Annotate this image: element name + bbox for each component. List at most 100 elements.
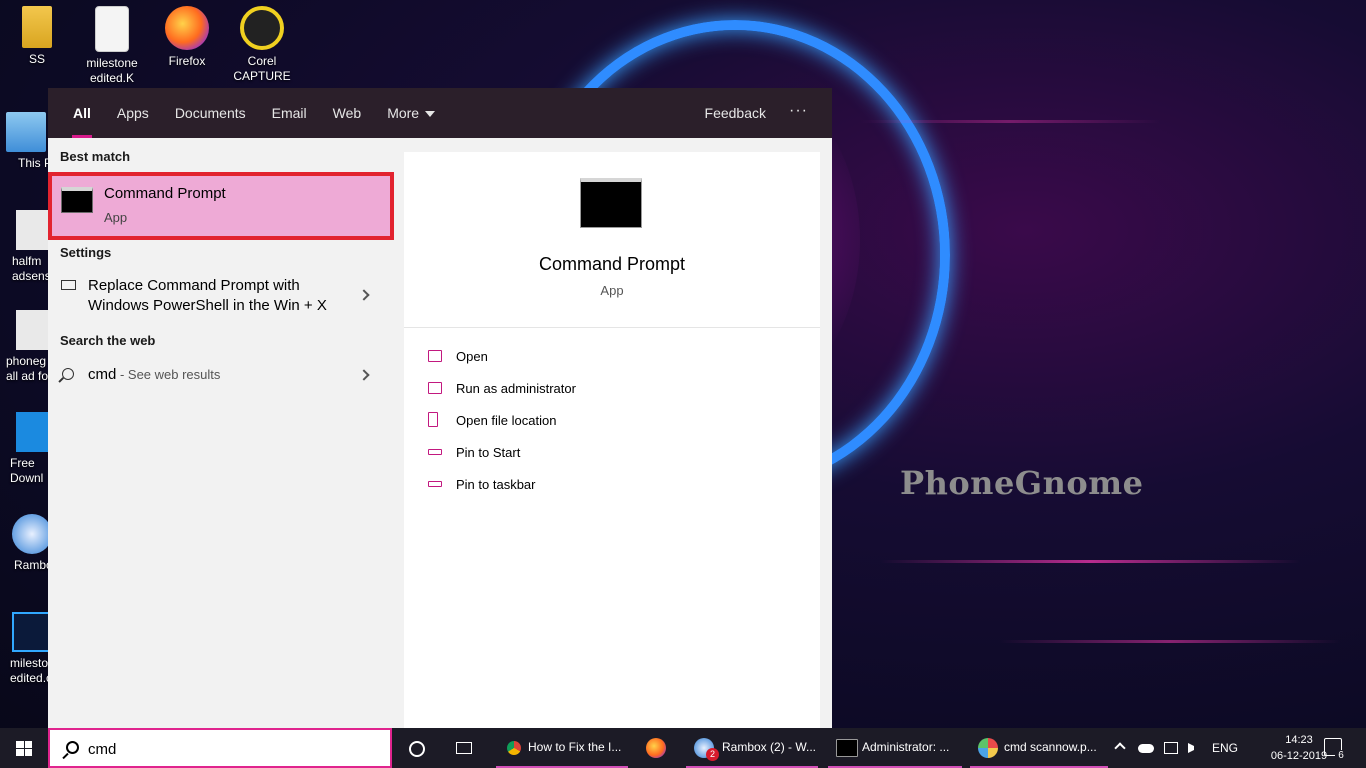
desktop-icon-free-download[interactable]: Free Downl — [6, 412, 52, 486]
web-result-text: cmd - See web results — [88, 365, 220, 385]
start-button[interactable] — [0, 728, 48, 768]
notification-badge: 2 — [706, 748, 719, 761]
taskbar-app-label: How to Fix the I... — [528, 740, 622, 754]
taskbar-app-label: Administrator: ... — [862, 740, 950, 754]
clock-time: 14:23 — [1285, 734, 1313, 746]
settings-result-line1: Replace Command Prompt with — [88, 277, 300, 294]
clock-date: 06-12-2019 — [1270, 750, 1328, 762]
action-center-button[interactable]: 6 — [1324, 738, 1347, 761]
feedback-button[interactable]: Feedback — [705, 88, 766, 138]
taskbar-app-label: cmd scannow.p... — [1004, 740, 1097, 754]
action-label: Pin to Start — [456, 445, 521, 460]
wallpaper-streak — [860, 120, 1160, 123]
wallpaper-streak — [880, 560, 1300, 563]
search-icon — [66, 741, 79, 754]
desktop-icon-firefox[interactable]: Firefox — [150, 6, 224, 69]
computer-icon — [6, 112, 46, 152]
tab-more-label: More — [387, 105, 420, 121]
preview-subtitle: App — [600, 283, 624, 298]
preview-divider — [404, 327, 820, 328]
taskbar-app-label: Rambox (2) - W... — [722, 740, 817, 754]
onedrive-icon[interactable] — [1138, 744, 1154, 753]
wallpaper-streak — [1000, 640, 1340, 643]
tab-more[interactable]: More — [374, 88, 448, 138]
action-label: Pin to taskbar — [456, 477, 536, 492]
tab-documents[interactable]: Documents — [162, 88, 259, 138]
desktop-icon-milestone-psd[interactable]: milesto edited.c — [6, 612, 52, 686]
taskbar-app-cmd-admin[interactable]: Administrator: ... — [828, 728, 962, 768]
document-icon — [16, 310, 52, 350]
desktop-icon-label: halfm adsens — [12, 254, 51, 283]
photoshop-icon — [12, 612, 52, 652]
language-indicator[interactable]: ENG — [1212, 741, 1238, 755]
chevron-right-icon — [358, 289, 370, 301]
desktop-icon-milestone[interactable]: milestone edited.K — [75, 6, 149, 86]
chevron-right-icon — [358, 369, 370, 381]
taskbar-app-rambox[interactable]: 2 Rambox (2) - W... — [686, 728, 818, 768]
search-tabs-bar: All Apps Documents Email Web More Feedba… — [48, 88, 832, 138]
settings-result-text: Replace Command Prompt with Windows Powe… — [88, 276, 327, 316]
desktop-icon-phoneg[interactable]: phoneg all ad fo — [6, 310, 52, 384]
chevron-up-icon[interactable] — [1114, 742, 1126, 754]
web-result-cmd[interactable]: cmd - See web results — [48, 362, 394, 388]
command-prompt-icon — [61, 187, 93, 213]
rambox-icon — [12, 514, 52, 554]
desktop-icon-label: SS — [28, 52, 45, 66]
firefox-icon — [646, 738, 666, 758]
pin-icon — [428, 449, 442, 455]
chrome-icon — [504, 738, 524, 758]
best-match-title: Command Prompt — [104, 185, 226, 202]
tab-email[interactable]: Email — [259, 88, 320, 138]
tab-web[interactable]: Web — [320, 88, 375, 138]
open-icon — [428, 350, 442, 362]
tab-all[interactable]: All — [60, 88, 104, 138]
more-options-button[interactable]: ··· — [789, 88, 808, 138]
task-view-button[interactable] — [452, 728, 478, 768]
preview-pane: Command Prompt App Open Run as administr… — [404, 152, 820, 728]
volume-icon[interactable] — [1188, 743, 1198, 753]
search-panel: All Apps Documents Email Web More Feedba… — [48, 88, 832, 728]
best-match-command-prompt[interactable]: Command Prompt App — [48, 172, 394, 240]
document-icon — [95, 6, 129, 52]
best-match-subtitle: App — [104, 210, 128, 225]
pin-icon — [428, 481, 442, 487]
settings-result-line2: Windows PowerShell in the Win + X — [88, 297, 327, 314]
chevron-down-icon — [425, 111, 436, 118]
preview-title: Command Prompt — [538, 254, 686, 274]
best-match-heading: Best match — [60, 149, 131, 164]
desktop-icon-label: Free Downl — [10, 456, 44, 485]
cortana-button[interactable] — [404, 728, 430, 768]
action-label: Open file location — [456, 413, 557, 428]
settings-result-replace-cmd[interactable]: Replace Command Prompt with Windows Powe… — [48, 272, 394, 318]
desktop-icon-this-pc[interactable]: This P — [6, 112, 52, 171]
network-icon[interactable] — [1164, 742, 1178, 754]
web-result-hint: - See web results — [116, 367, 221, 382]
windows-logo-icon — [16, 741, 32, 756]
system-tray: ENG — [1110, 728, 1270, 768]
settings-heading: Settings — [60, 245, 112, 260]
desktop-icon-label: Rambo — [14, 558, 52, 572]
tab-apps[interactable]: Apps — [104, 88, 162, 138]
search-input[interactable] — [88, 738, 378, 760]
clock[interactable]: 14:23 06-12-2019 — [1270, 732, 1328, 764]
taskbar-app-firefox[interactable] — [638, 728, 676, 768]
watermark-text: PhoneGnome — [900, 464, 1144, 502]
file-location-icon — [428, 412, 438, 427]
taskbar-app-paint[interactable]: cmd scannow.p... — [970, 728, 1108, 768]
taskbar-app-chrome[interactable]: How to Fix the I... — [496, 728, 628, 768]
taskbar-search-box[interactable] — [48, 728, 392, 768]
web-result-query: cmd — [88, 366, 117, 383]
desktop-icon-label: This P — [18, 156, 52, 170]
command-prompt-icon — [580, 178, 642, 228]
desktop-icon-ss[interactable]: SS — [0, 6, 74, 67]
desktop-icon-halfm[interactable]: halfm adsens — [6, 210, 52, 284]
results-list: Best match Command Prompt App Settings R… — [48, 138, 404, 728]
paint-icon — [978, 738, 998, 758]
desktop-icon-rambox[interactable]: Rambo — [6, 514, 52, 573]
desktop-icon-corel[interactable]: Corel CAPTURE ... — [225, 6, 299, 99]
search-web-heading: Search the web — [60, 333, 156, 348]
desktop-icon-label: Firefox — [168, 54, 206, 68]
terminal-icon — [836, 739, 858, 757]
corel-capture-icon — [240, 6, 284, 50]
taskbar: How to Fix the I... 2 Rambox (2) - W... … — [0, 728, 1366, 768]
